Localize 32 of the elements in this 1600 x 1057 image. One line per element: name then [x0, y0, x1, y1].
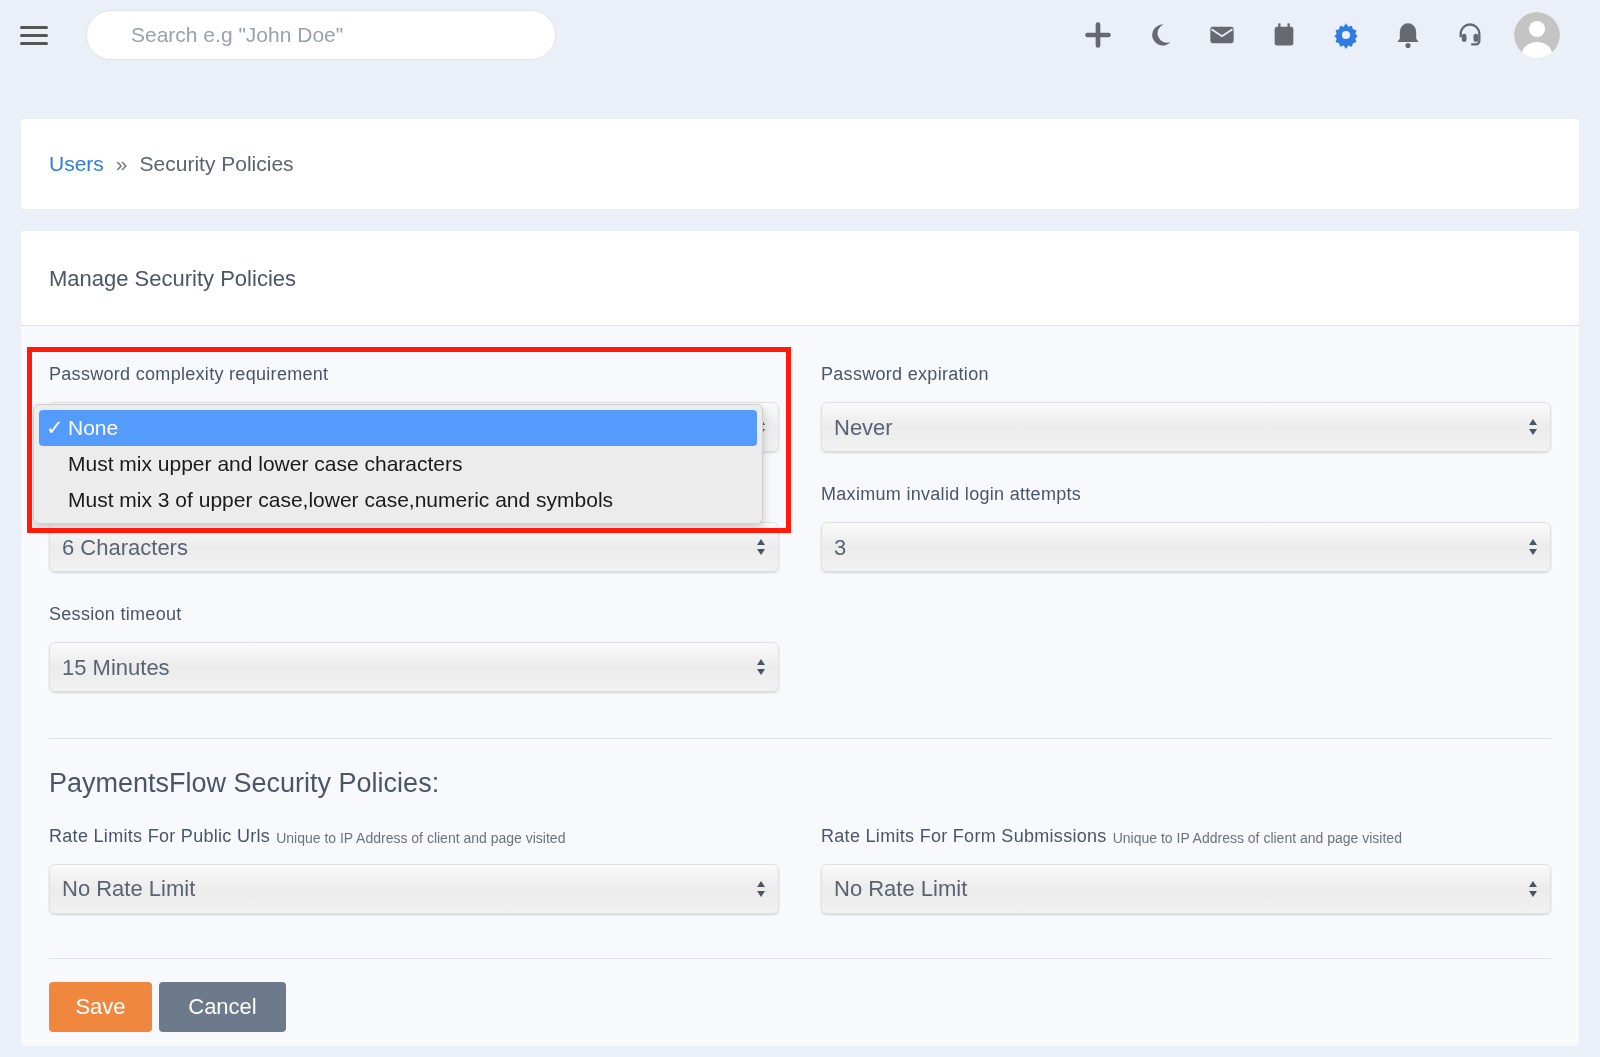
breadcrumb-separator: » — [115, 151, 128, 178]
field-label: Session timeout — [49, 603, 182, 626]
select-arrows-icon — [756, 538, 766, 556]
select-field[interactable]: No Rate Limit — [821, 863, 1551, 914]
settings-icon[interactable] — [1332, 21, 1360, 49]
select-arrows-icon — [1528, 879, 1538, 898]
card-title: Manage Security Policies — [49, 264, 296, 293]
field-label: Password expiration — [821, 363, 989, 386]
field-hint: Unique to IP Address of client and page visited — [1112, 828, 1402, 848]
cancel-button[interactable]: Cancel — [159, 981, 286, 1032]
select-arrows-icon — [756, 658, 766, 676]
plus-icon[interactable] — [1084, 21, 1112, 49]
select-field[interactable]: 3 — [821, 522, 1551, 572]
section-heading: PaymentsFlow Security Policies: — [49, 767, 441, 800]
select-field[interactable]: Never — [821, 402, 1551, 452]
breadcrumb-link[interactable]: Users — [49, 148, 104, 180]
search-field[interactable]: Search e.g "John Doe" — [86, 10, 556, 60]
breadcrumb-current: Security Policies — [139, 151, 294, 178]
field-label: Password complexity requirement — [49, 363, 329, 386]
field-label: Rate Limits For Form Submissions — [821, 824, 1107, 848]
dropdown-option[interactable]: Must mix upper and lower case characters — [39, 446, 757, 482]
select-arrows-icon — [1528, 538, 1538, 556]
field-label: Maximum invalid login attempts — [821, 483, 1082, 506]
select-arrows-icon — [756, 879, 766, 898]
field-label: Rate Limits For Public Urls — [49, 824, 271, 848]
dropdown-option[interactable]: Must mix 3 of upper case,lower case,numeric and symbols — [39, 482, 757, 518]
select-field[interactable]: 15 Minutes — [49, 642, 779, 692]
field-hint: Unique to IP Address of client and page visited — [276, 828, 566, 848]
dropdown-option[interactable]: ✓ None — [39, 410, 757, 446]
menu-icon[interactable] — [20, 25, 48, 45]
select-field[interactable]: No Rate Limit — [49, 863, 779, 914]
select-arrows-icon — [1528, 418, 1538, 436]
